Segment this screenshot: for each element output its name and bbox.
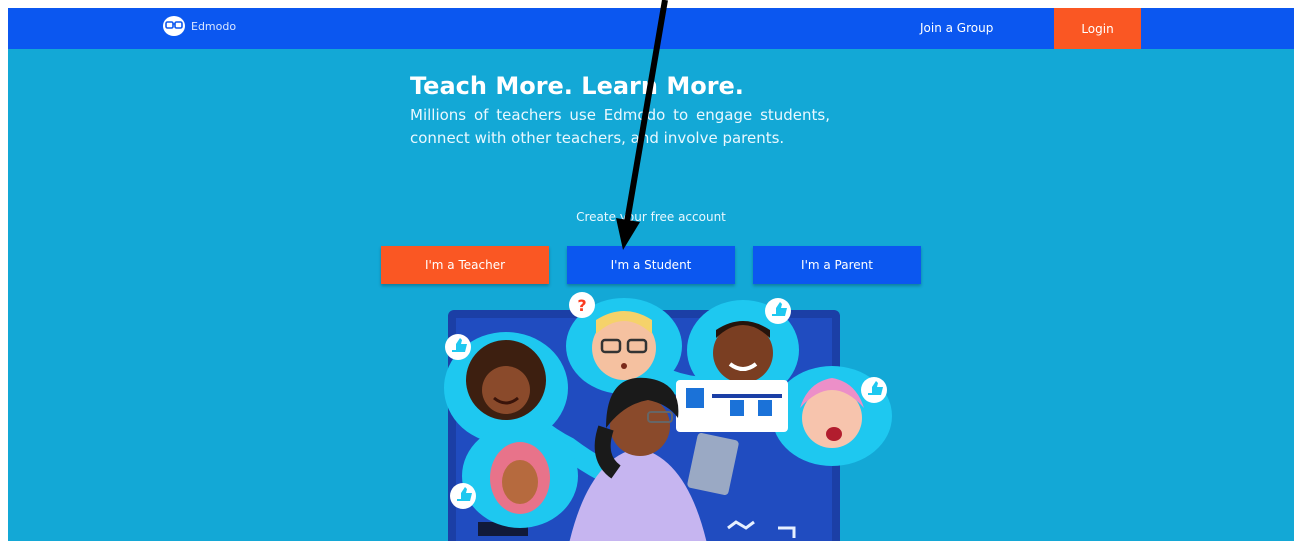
student-avatar-curly-hair <box>444 332 568 444</box>
hero-section: Teach More. Learn More. Millions of teac… <box>410 70 840 150</box>
hero-title: Teach More. Learn More. <box>410 72 744 100</box>
parent-signup-button[interactable]: I'm a Parent <box>753 246 921 284</box>
thumbs-up-icon <box>861 377 887 403</box>
teacher-figure <box>569 377 739 541</box>
svg-text:?: ? <box>577 296 586 315</box>
student-avatar-hijab <box>462 424 578 528</box>
thumbs-up-icon <box>445 334 471 360</box>
question-mark-icon: ? <box>569 292 595 318</box>
assignment-card <box>676 380 788 432</box>
brand[interactable]: Edmodo <box>163 16 236 36</box>
create-account-label: Create your free account <box>576 210 726 224</box>
page-frame: Edmodo Join a Group Login Teach More. Le… <box>8 8 1294 541</box>
teacher-signup-button[interactable]: I'm a Teacher <box>381 246 549 284</box>
top-navigation-bar: Edmodo Join a Group Login <box>8 8 1294 49</box>
thumbs-up-icon <box>765 298 791 324</box>
join-group-link[interactable]: Join a Group <box>920 21 993 35</box>
student-avatar-smiling <box>687 300 799 400</box>
student-avatar-pink-hair <box>772 366 892 466</box>
edmodo-logo-icon <box>163 16 185 36</box>
classroom-board <box>448 310 840 541</box>
hero-subtitle: Millions of teachers use Edmodo to engag… <box>410 106 830 147</box>
brand-name: Edmodo <box>191 19 237 33</box>
login-button[interactable]: Login <box>1054 8 1141 49</box>
thumbs-up-icon <box>450 483 476 509</box>
student-signup-button[interactable]: I'm a Student <box>567 246 735 284</box>
student-avatar-glasses <box>566 298 682 394</box>
